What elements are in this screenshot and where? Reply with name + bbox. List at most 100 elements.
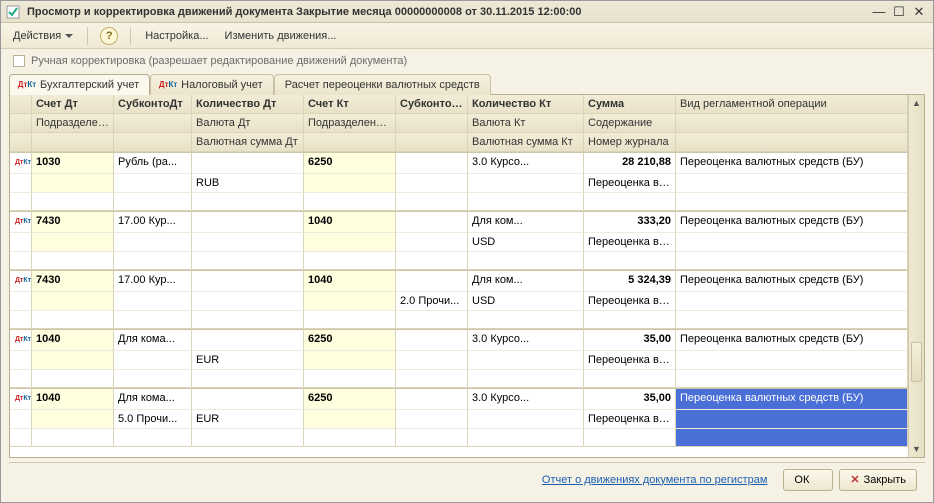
header-subk-dt[interactable]: СубконтоДт	[114, 95, 192, 114]
cell-sub-kt-2[interactable]	[396, 174, 468, 193]
cell-acc-kt[interactable]: 1040	[304, 270, 396, 292]
settings-button[interactable]: Настройка...	[139, 26, 214, 46]
close-dialog-button[interactable]: ✕Закрыть	[839, 469, 917, 491]
cell-div-dt[interactable]	[32, 292, 114, 311]
cell-content[interactable]: Переоценка ва...	[584, 233, 676, 252]
cell-acc-dt[interactable]: 7430	[32, 270, 114, 292]
tab-fx[interactable]: Расчет переоценки валютных средств	[274, 74, 491, 95]
ok-button[interactable]: ОК	[783, 469, 833, 491]
scroll-track[interactable]	[909, 111, 924, 441]
cell-div-kt[interactable]	[304, 174, 396, 193]
cell-cur-dt[interactable]: EUR	[192, 410, 304, 429]
cell-cur-dt[interactable]: RUB	[192, 174, 304, 193]
cell-div-dt[interactable]	[32, 351, 114, 370]
header-cur-kt[interactable]: Валюта Кт	[468, 114, 584, 133]
cell-sub-kt-2[interactable]	[396, 410, 468, 429]
cell-content[interactable]: Переоценка ва...	[584, 292, 676, 311]
cell-acc-dt[interactable]: 1040	[32, 329, 114, 351]
cell-sum[interactable]: 5 324,39	[584, 270, 676, 292]
cell-op[interactable]: Переоценка валютных средств (БУ)	[676, 388, 908, 410]
table-row[interactable]: ДтКт743017.00 Кур...1040Для ком...5 324,…	[10, 270, 908, 329]
report-link[interactable]: Отчет о движениях документа по регистрам	[542, 474, 768, 486]
header-div-dt[interactable]: Подразделение Дт	[32, 114, 114, 133]
scroll-up-icon[interactable]: ▲	[909, 95, 924, 111]
cell-acc-dt[interactable]: 7430	[32, 211, 114, 233]
cell-journal[interactable]	[584, 252, 676, 270]
cell-cur-kt[interactable]: USD	[468, 292, 584, 311]
cell-journal[interactable]	[584, 193, 676, 211]
cell-fx-kt[interactable]	[468, 370, 584, 388]
cell-sub-kt[interactable]	[396, 270, 468, 292]
cell-fx-kt[interactable]	[468, 311, 584, 329]
cell-fx-dt[interactable]	[192, 252, 304, 270]
cell-qty-kt[interactable]: 3.0 Курсо...	[468, 329, 584, 351]
cell-qty-dt[interactable]	[192, 152, 304, 174]
header-cur-dt[interactable]: Валюта Дт	[192, 114, 304, 133]
grid-body[interactable]: Счет Дт СубконтоДт Количество Дт Счет Кт…	[10, 95, 908, 457]
cell-sub-dt-2[interactable]	[114, 351, 192, 370]
table-row[interactable]: ДтКт1040Для кома...62503.0 Курсо...35,00…	[10, 329, 908, 388]
cell-cur-kt[interactable]	[468, 174, 584, 193]
cell-sub-kt[interactable]	[396, 152, 468, 174]
cell-fx-dt[interactable]	[192, 311, 304, 329]
header-journal[interactable]: Номер журнала	[584, 133, 676, 152]
maximize-button[interactable]: ☐	[889, 4, 909, 20]
cell-sub-dt[interactable]: Для кома...	[114, 329, 192, 351]
help-icon[interactable]: ?	[100, 27, 118, 45]
cell-acc-kt[interactable]: 6250	[304, 329, 396, 351]
cell-journal[interactable]	[584, 311, 676, 329]
cell-div-kt[interactable]	[304, 410, 396, 429]
cell-sub-kt-2[interactable]: 2.0 Прочи...	[396, 292, 468, 311]
cell-acc-kt[interactable]: 6250	[304, 152, 396, 174]
header-op[interactable]: Вид регламентной операции	[676, 95, 908, 114]
cell-sub-dt[interactable]: Для кома...	[114, 388, 192, 410]
cell-fx-dt[interactable]	[192, 193, 304, 211]
manual-correction-checkbox[interactable]	[13, 55, 25, 67]
cell-sub-dt[interactable]: 17.00 Кур...	[114, 270, 192, 292]
cell-div-dt[interactable]	[32, 233, 114, 252]
header-fx-kt[interactable]: Валютная сумма Кт	[468, 133, 584, 152]
cell-div-dt[interactable]	[32, 174, 114, 193]
header-div-kt[interactable]: Подразделение Кт	[304, 114, 396, 133]
cell-div-kt[interactable]	[304, 292, 396, 311]
cell-qty-kt[interactable]: 3.0 Курсо...	[468, 388, 584, 410]
header-acc-dt[interactable]: Счет Дт	[32, 95, 114, 114]
cell-sub-kt-2[interactable]	[396, 351, 468, 370]
cell-op[interactable]: Переоценка валютных средств (БУ)	[676, 152, 908, 174]
cell-cur-dt[interactable]	[192, 292, 304, 311]
table-row[interactable]: ДтКт743017.00 Кур...1040Для ком...333,20…	[10, 211, 908, 270]
cell-op[interactable]: Переоценка валютных средств (БУ)	[676, 329, 908, 351]
cell-acc-kt[interactable]: 6250	[304, 388, 396, 410]
cell-qty-dt[interactable]	[192, 270, 304, 292]
cell-qty-dt[interactable]	[192, 211, 304, 233]
cell-fx-dt[interactable]	[192, 429, 304, 447]
cell-content[interactable]: Переоценка ва...	[584, 174, 676, 193]
cell-sub-kt[interactable]	[396, 211, 468, 233]
cell-sub-dt-2[interactable]	[114, 233, 192, 252]
change-moves-button[interactable]: Изменить движения...	[219, 26, 343, 46]
table-row[interactable]: ДтКт1030Рубль (ра...62503.0 Курсо...28 2…	[10, 152, 908, 211]
close-button[interactable]: ✕	[909, 4, 929, 20]
header-acc-kt[interactable]: Счет Кт	[304, 95, 396, 114]
header-fx-dt[interactable]: Валютная сумма Дт	[192, 133, 304, 152]
cell-sum[interactable]: 35,00	[584, 388, 676, 410]
header-content[interactable]: Содержание	[584, 114, 676, 133]
cell-div-kt[interactable]	[304, 351, 396, 370]
cell-sub-dt-2[interactable]	[114, 174, 192, 193]
cell-sub-dt[interactable]: 17.00 Кур...	[114, 211, 192, 233]
cell-cur-kt[interactable]: USD	[468, 233, 584, 252]
cell-sub-kt[interactable]	[396, 388, 468, 410]
cell-content[interactable]: Переоценка ва...	[584, 410, 676, 429]
header-qty-dt[interactable]: Количество Дт	[192, 95, 304, 114]
cell-fx-kt[interactable]	[468, 252, 584, 270]
cell-qty-kt[interactable]: Для ком...	[468, 211, 584, 233]
cell-acc-dt[interactable]: 1030	[32, 152, 114, 174]
cell-sub-kt[interactable]	[396, 329, 468, 351]
minimize-button[interactable]: —	[869, 4, 889, 20]
cell-sum[interactable]: 35,00	[584, 329, 676, 351]
cell-div-dt[interactable]	[32, 410, 114, 429]
table-row[interactable]: ДтКт1040Для кома...62503.0 Курсо...35,00…	[10, 388, 908, 447]
header-qty-kt[interactable]: Количество Кт	[468, 95, 584, 114]
cell-cur-kt[interactable]	[468, 351, 584, 370]
header-subk-kt[interactable]: СубконтоКт	[396, 95, 468, 114]
